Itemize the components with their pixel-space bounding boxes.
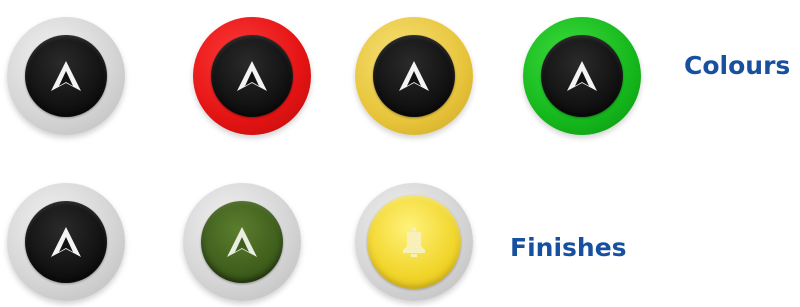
navigation-arrow-icon: [51, 61, 81, 91]
red-ring-black-button[interactable]: [193, 17, 311, 135]
navigation-arrow-icon: [51, 227, 81, 257]
silver-ring-black-finish-button[interactable]: [7, 183, 125, 301]
button-face: [367, 195, 461, 289]
navigation-arrow-icon: [567, 61, 597, 91]
yellow-ring-black-button[interactable]: [355, 17, 473, 135]
button-face: [201, 201, 283, 283]
navigation-arrow-icon: [227, 227, 257, 257]
navigation-arrow-icon: [399, 61, 429, 91]
button-face: [211, 35, 293, 117]
navigation-arrow-icon: [237, 61, 267, 91]
silver-ring-black-button[interactable]: [7, 17, 125, 135]
colours-label: Colours: [684, 51, 791, 80]
product-options-panel: Colours Finishes: [0, 0, 800, 307]
button-face: [25, 201, 107, 283]
finishes-label: Finishes: [510, 233, 627, 262]
button-face: [373, 35, 455, 117]
green-ring-black-button[interactable]: [523, 17, 641, 135]
bell-icon: [403, 228, 425, 257]
button-face: [541, 35, 623, 117]
silver-ring-green-finish-button[interactable]: [183, 183, 301, 301]
button-face: [25, 35, 107, 117]
silver-ring-yellow-bell-button[interactable]: [355, 183, 473, 301]
